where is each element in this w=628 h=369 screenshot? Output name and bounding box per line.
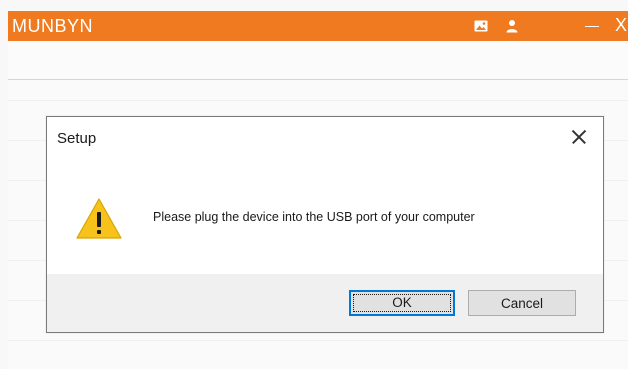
dialog-title: Setup xyxy=(57,130,97,147)
ok-button[interactable]: OK xyxy=(349,290,455,316)
cancel-button[interactable]: Cancel xyxy=(468,290,576,316)
image-icon[interactable] xyxy=(474,19,488,33)
dialog-footer: OK Cancel xyxy=(47,274,603,332)
app-titlebar: MUNBYN X xyxy=(8,11,628,41)
warning-icon xyxy=(75,197,123,241)
cancel-button-label: Cancel xyxy=(500,296,544,311)
dialog-message: Please plug the device into the USB port… xyxy=(153,210,475,224)
app-window: MUNBYN X Setup Please plug the device in… xyxy=(0,0,628,369)
app-title: MUNBYN xyxy=(12,16,94,36)
minimize-icon[interactable] xyxy=(583,11,601,41)
setup-dialog: Setup Please plug the device into the US… xyxy=(46,116,604,333)
window-close-button[interactable]: X xyxy=(615,14,627,36)
close-icon[interactable] xyxy=(567,125,591,149)
ok-button-label: OK xyxy=(392,295,412,310)
user-icon[interactable] xyxy=(505,19,519,33)
toolbar-strip xyxy=(8,41,628,80)
